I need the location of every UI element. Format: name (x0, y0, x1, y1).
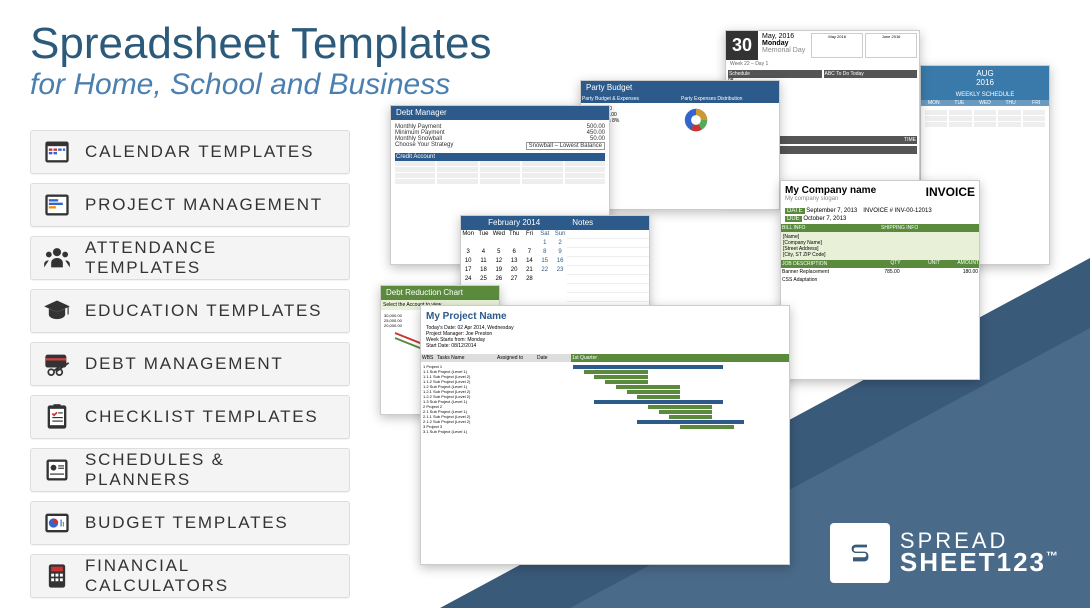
day-header: THU (998, 100, 1024, 106)
col-header: AMOUNT (940, 260, 979, 268)
col-header: Date (536, 354, 571, 362)
section-header: Party Budget & Expenses (581, 95, 680, 103)
thumb-invoice: My Company name My company slogan INVOIC… (780, 180, 980, 380)
line-desc: CSS Adaptation (782, 277, 860, 283)
day-header: Fri (522, 230, 536, 238)
trademark: ™ (1046, 549, 1060, 563)
menu-label: CHECKLIST TEMPLATES (85, 407, 319, 427)
graduation-icon (43, 297, 71, 325)
meta-value: 08/12/2014 (451, 343, 476, 349)
chart-title: Debt Reduction Chart (381, 286, 499, 300)
project-title: My Project Name (426, 311, 784, 322)
section-header: Party Expenses Distribution (680, 95, 779, 103)
section-header: SHIPPING INFO (880, 224, 979, 232)
thumb-gantt: My Project Name Today's Date: 02 Apr 201… (420, 305, 790, 565)
template-collage: AUG 2016 WEEKLY SCHEDULE MON TUE WED THU… (380, 30, 1080, 590)
day-header: Sat (538, 230, 552, 238)
day-header: Sun (553, 230, 567, 238)
menu-label: CALENDAR TEMPLATES (85, 142, 314, 162)
line-desc: Banner Replacement (782, 269, 860, 275)
thumb-title: Party Budget (581, 81, 779, 95)
field-label: Choose Your Strategy (395, 142, 453, 150)
calculator-icon (43, 562, 71, 590)
month-label: AUG (924, 69, 1046, 78)
people-icon (43, 244, 71, 272)
brand-logo: SPREAD SHEET123™ (830, 523, 1060, 583)
day-header: TUE (947, 100, 973, 106)
line-amt: 180.00 (939, 269, 978, 275)
planner-icon (43, 456, 71, 484)
weekday: Monday (762, 40, 805, 47)
day-header: Thu (507, 230, 521, 238)
month-year: May, 2016 (762, 33, 805, 40)
mini-cal: May 2016 (811, 33, 863, 58)
card-cut-icon (43, 350, 71, 378)
col-header: 1st Quarter (571, 354, 789, 362)
menu-education-templates[interactable]: EDUCATION TEMPLATES (30, 289, 350, 333)
menu-label: EDUCATION TEMPLATES (85, 301, 322, 321)
col-header: Tasks Name (436, 354, 496, 362)
time-header: TIME (904, 137, 916, 143)
invno-value: INV-00-12013 (895, 208, 932, 214)
thumb-party-budget: Party Budget Party Budget & Expenses Par… (580, 80, 780, 210)
col-header: WBS (421, 354, 436, 362)
logo-mark (830, 523, 890, 583)
category-menu: CALENDAR TEMPLATES PROJECT MANAGEMENT AT… (30, 130, 350, 607)
calendar-icon (43, 138, 71, 166)
cal-title: February 2014 (461, 216, 567, 230)
gantt-icon (43, 191, 71, 219)
field-value: Snowball – Lowest Balance (526, 142, 605, 150)
checklist-icon (43, 403, 71, 431)
date-value: September 7, 2013 (806, 208, 857, 214)
day-note: Memorial Day (762, 47, 805, 54)
date-label: DATE (785, 208, 805, 214)
invno-label: INVOICE # (863, 208, 893, 214)
day-header: WED (972, 100, 998, 106)
weekly-title: WEEKLY SCHEDULE (921, 90, 1049, 100)
invoice-label: INVOICE (926, 185, 975, 202)
week-info: Week 22 – Day 1 (726, 60, 919, 68)
menu-project-management[interactable]: PROJECT MANAGEMENT (30, 183, 350, 227)
menu-label: DEBT MANAGEMENT (85, 354, 284, 374)
menu-attendance-templates[interactable]: ATTENDANCE TEMPLATES (30, 236, 350, 280)
line-qty: 785.00 (860, 269, 899, 275)
section-header: To Do Today (836, 71, 864, 77)
menu-financial-calculators[interactable]: FINANCIAL CALCULATORS (30, 554, 350, 598)
menu-checklist-templates[interactable]: CHECKLIST TEMPLATES (30, 395, 350, 439)
logo-text-bottom: SHEET123 (900, 547, 1046, 577)
due-label: DUE (785, 216, 802, 222)
thumb-title: Debt Manager (391, 106, 609, 120)
abc-header: ABC (825, 71, 835, 77)
day-number: 30 (726, 31, 758, 60)
section-header: BILL INFO (781, 224, 880, 232)
due-value: October 7, 2013 (803, 216, 846, 222)
menu-calendar-templates[interactable]: CALENDAR TEMPLATES (30, 130, 350, 174)
day-header: Tue (476, 230, 490, 238)
meta-label: Start Date (426, 343, 449, 349)
menu-schedules-planners[interactable]: SCHEDULES & PLANNERS (30, 448, 350, 492)
day-header: FRI (1023, 100, 1049, 106)
day-header: MON (921, 100, 947, 106)
notes-title: Notes (567, 216, 649, 230)
menu-debt-management[interactable]: DEBT MANAGEMENT (30, 342, 350, 386)
menu-label: ATTENDANCE TEMPLATES (85, 238, 337, 278)
piechart-icon (43, 509, 71, 537)
day-header: Mon (461, 230, 475, 238)
menu-label: SCHEDULES & PLANNERS (85, 450, 337, 490)
day-header: Wed (492, 230, 506, 238)
company-name: My Company name (785, 185, 876, 196)
mini-cal: June 2016 (865, 33, 917, 58)
menu-label: PROJECT MANAGEMENT (85, 195, 323, 215)
year-label: 2016 (924, 78, 1046, 87)
col-header: UNIT (901, 260, 940, 268)
col-header: QTY (861, 260, 900, 268)
menu-label: FINANCIAL CALCULATORS (85, 556, 337, 596)
menu-budget-templates[interactable]: BUDGET TEMPLATES (30, 501, 350, 545)
company-slogan: My company slogan (785, 196, 876, 202)
section-header: Schedule (728, 70, 822, 78)
menu-label: BUDGET TEMPLATES (85, 513, 289, 533)
table-header: Credit Account (395, 153, 605, 161)
col-header: Assigned to (496, 354, 536, 362)
